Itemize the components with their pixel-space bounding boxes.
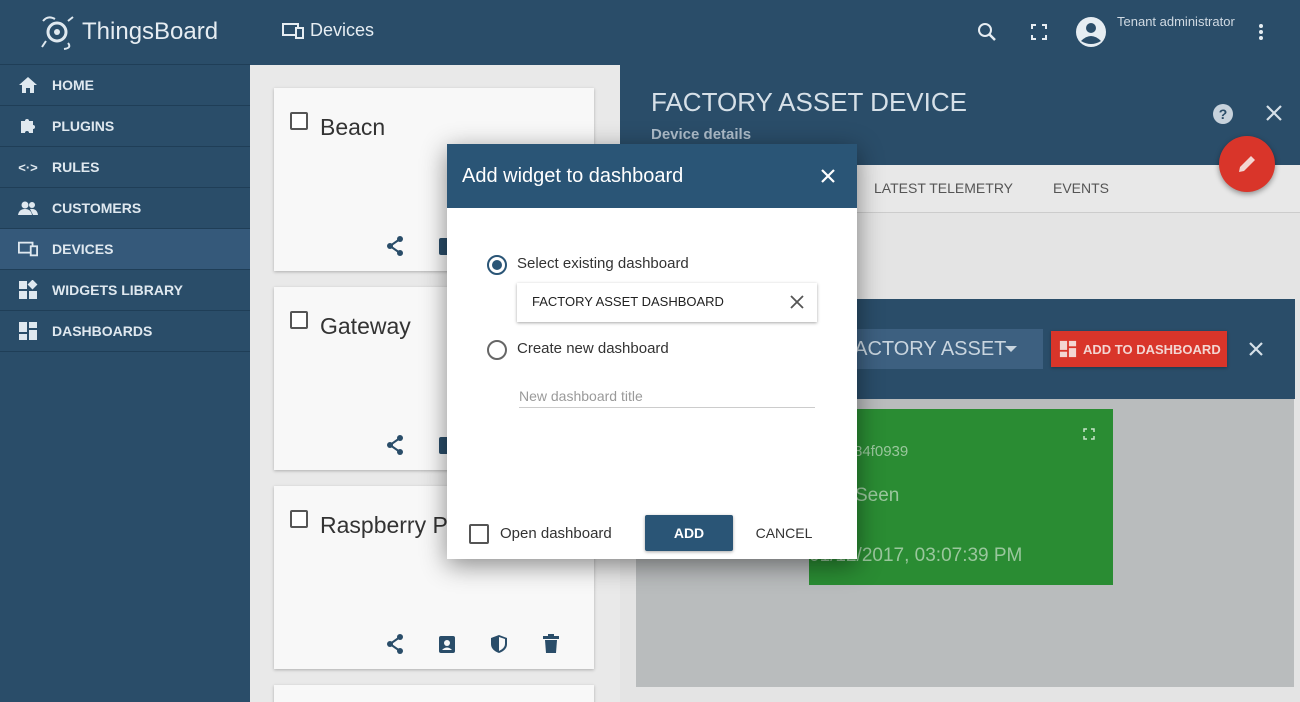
puzzle-icon xyxy=(18,116,38,136)
sidebar-item-home[interactable]: HOME xyxy=(0,65,250,106)
sidebar-item-plugins[interactable]: PLUGINS xyxy=(0,106,250,147)
widgets-icon xyxy=(18,280,38,300)
clear-icon[interactable] xyxy=(787,292,807,312)
people-icon xyxy=(18,198,38,218)
new-dashboard-title-input[interactable] xyxy=(519,384,815,408)
sidebar-item-label: HOME xyxy=(52,77,94,93)
top-bar: Devices Tenant administrator xyxy=(250,0,1300,65)
dialog-title: Add widget to dashboard xyxy=(462,164,684,187)
new-dashboard-label: Create new dashboard xyxy=(517,340,669,357)
app-logo[interactable]: ThingsBoard xyxy=(0,0,250,65)
home-icon xyxy=(18,75,38,95)
avatar[interactable] xyxy=(1075,16,1107,48)
sidebar-item-label: DEVICES xyxy=(52,241,114,257)
more-vert-icon[interactable] xyxy=(1249,20,1273,44)
dashboard-autocomplete[interactable]: FACTORY ASSET DASHBOARD xyxy=(517,283,817,322)
existing-dashboard-label: Select existing dashboard xyxy=(517,255,689,272)
dialog-header: Add widget to dashboard xyxy=(447,144,857,208)
open-dashboard-checkbox[interactable] xyxy=(469,524,489,544)
sidebar-item-customers[interactable]: CUSTOMERS xyxy=(0,188,250,229)
app-name: ThingsBoard xyxy=(82,18,219,45)
new-dashboard-radio[interactable] xyxy=(487,340,507,360)
search-icon[interactable] xyxy=(975,20,999,44)
page-title: Devices xyxy=(282,20,374,41)
sidebar-item-label: CUSTOMERS xyxy=(52,200,142,216)
code-arrows-icon: <·> xyxy=(18,159,38,175)
devices-icon xyxy=(282,22,304,39)
sidebar-item-widgets-library[interactable]: WIDGETS LIBRARY xyxy=(0,270,250,311)
add-button[interactable]: ADD xyxy=(645,515,733,551)
dashboard-autocomplete-value: FACTORY ASSET DASHBOARD xyxy=(532,294,724,309)
dashboard-icon xyxy=(18,321,38,341)
sidebar-item-devices[interactable]: DEVICES xyxy=(0,229,250,270)
sidebar-item-label: WIDGETS LIBRARY xyxy=(52,282,183,298)
close-icon[interactable] xyxy=(817,165,839,187)
devices-icon xyxy=(18,239,38,259)
logo-icon xyxy=(41,16,74,50)
sidebar-item-dashboards[interactable]: DASHBOARDS xyxy=(0,311,250,352)
add-widget-dialog: Add widget to dashboard Select existing … xyxy=(447,144,857,559)
sidebar-item-rules[interactable]: <·> RULES xyxy=(0,147,250,188)
sidebar-item-label: PLUGINS xyxy=(52,118,115,134)
sidebar-item-label: DASHBOARDS xyxy=(52,323,153,339)
sidebar: ThingsBoard HOME PLUGINS <·> RULES CUSTO… xyxy=(0,0,250,702)
open-dashboard-label: Open dashboard xyxy=(500,525,612,542)
user-name: Tenant administrator xyxy=(1117,14,1235,29)
page-title-text: Devices xyxy=(310,20,375,40)
existing-dashboard-radio[interactable] xyxy=(487,255,507,275)
fullscreen-icon[interactable] xyxy=(1027,20,1051,44)
sidebar-item-label: RULES xyxy=(52,159,100,175)
cancel-button[interactable]: CANCEL xyxy=(744,515,824,551)
